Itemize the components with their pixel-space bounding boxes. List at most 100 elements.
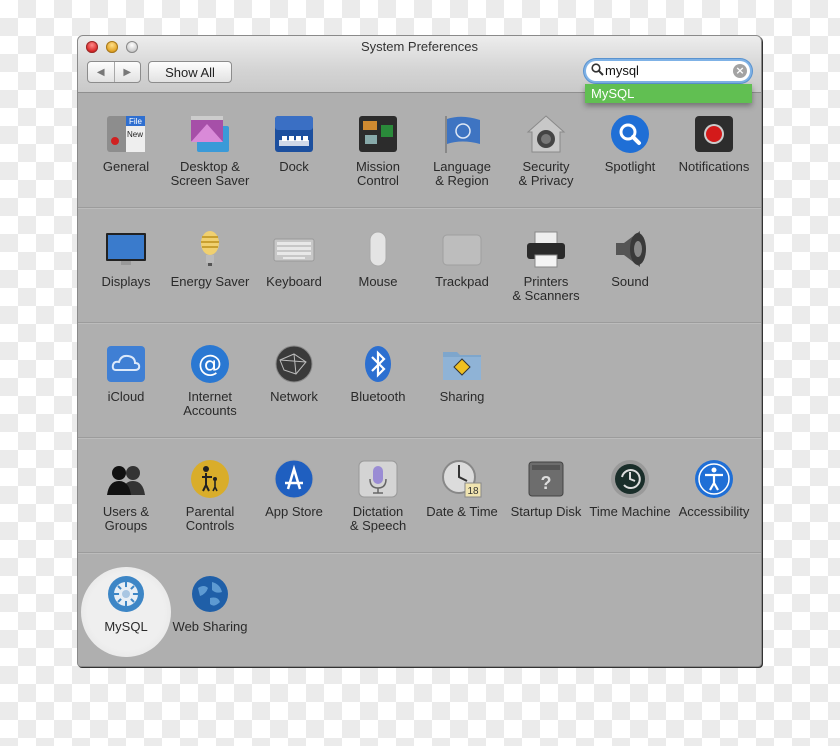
trackpad-icon (441, 228, 483, 270)
pane-label: Web Sharing (172, 619, 248, 634)
clear-search-icon[interactable]: × (733, 64, 747, 78)
pane-label: Startup Disk (510, 504, 582, 519)
pane-bluetooth[interactable]: Bluetooth (336, 323, 420, 437)
pane-mission-control[interactable]: Mission Control (336, 93, 420, 207)
date-badge: 18 (467, 486, 479, 497)
pane-label: Displays (101, 274, 151, 289)
pane-trackpad[interactable]: Trackpad (420, 208, 504, 322)
pane-parental-controls[interactable]: Parental Controls (168, 438, 252, 552)
pane-label: Bluetooth (350, 389, 406, 404)
pane-energy-saver[interactable]: Energy Saver (168, 208, 252, 322)
pane-security-privacy[interactable]: Security & Privacy (504, 93, 588, 207)
desktop-icon (189, 113, 231, 155)
pane-label: Accessibility (678, 504, 750, 519)
pane-displays[interactable]: Displays (84, 208, 168, 322)
pane-label: Printers & Scanners (512, 274, 580, 303)
chevron-right-icon: ▶ (123, 66, 132, 78)
pane-web-sharing[interactable]: Web Sharing (168, 553, 252, 666)
pane-users-groups[interactable]: Users & Groups (84, 438, 168, 552)
pane-label: Desktop & Screen Saver (170, 159, 250, 188)
pane-notifications[interactable]: Notifications (672, 93, 756, 207)
pane-accessibility[interactable]: Accessibility (672, 438, 756, 552)
back-button[interactable]: ◀ (88, 62, 115, 82)
bulb-icon (189, 228, 231, 270)
back-forward-control: ◀ ▶ (87, 61, 141, 83)
notifications-icon (693, 113, 735, 155)
pane-label: Trackpad (435, 274, 489, 289)
pane-label: Sharing (439, 389, 485, 404)
security-icon (525, 113, 567, 155)
pane-label: Dictation & Speech (349, 504, 407, 533)
pane-label: Notifications (678, 159, 750, 174)
display-icon (105, 228, 147, 270)
pane-language-region[interactable]: Language & Region (420, 93, 504, 207)
pane-label: Network (270, 389, 318, 404)
pane-desktop-screen-saver[interactable]: Desktop & Screen Saver (168, 93, 252, 207)
printer-icon (525, 228, 567, 270)
pane-app-store[interactable]: App Store (252, 438, 336, 552)
pane-label: Mission Control (355, 159, 401, 188)
accessibility-icon (693, 458, 735, 500)
section-personal: File New General Desktop & Screen Saver Do… (78, 93, 761, 208)
app-store-icon (273, 458, 315, 500)
system-preferences-window: System Preferences ◀ ▶ Show All mysql × … (78, 36, 761, 666)
show-all-button[interactable]: Show All (148, 61, 232, 83)
titlebar: System Preferences ◀ ▶ Show All mysql × … (78, 36, 761, 103)
clock-icon: 18 (441, 458, 483, 500)
search-icon (591, 63, 604, 80)
svg-text:File: File (129, 117, 142, 126)
pane-label: iCloud (107, 389, 145, 404)
pane-label: App Store (265, 504, 323, 519)
forward-button[interactable]: ▶ (115, 62, 141, 82)
keyboard-icon (273, 228, 315, 270)
network-icon (273, 343, 315, 385)
preference-panes: File New General Desktop & Screen Saver Do… (78, 93, 761, 666)
parental-icon (189, 458, 231, 500)
pane-time-machine[interactable]: Time Machine (588, 438, 672, 552)
pane-sound[interactable]: Sound (588, 208, 672, 322)
pane-label: Language & Region (433, 159, 491, 188)
pane-mouse[interactable]: Mouse (336, 208, 420, 322)
pane-label: Parental Controls (185, 504, 235, 533)
section-hardware: Displays Energy Saver Keyboard Mouse Tra… (78, 208, 761, 323)
pane-keyboard[interactable]: Keyboard (252, 208, 336, 322)
pane-general[interactable]: File New General (84, 93, 168, 207)
section-system: Users & Groups Parental Controls App Store… (78, 438, 761, 553)
pane-printers-scanners[interactable]: Printers & Scanners (504, 208, 588, 322)
section-internet-wireless: iCloud @ Internet Accounts Network Blueto… (78, 323, 761, 438)
pane-internet-accounts[interactable]: @ Internet Accounts (168, 323, 252, 437)
pane-network[interactable]: Network (252, 323, 336, 437)
pane-label: Security & Privacy (518, 159, 574, 188)
microphone-icon (357, 458, 399, 500)
icloud-icon (105, 343, 147, 385)
pane-dictation-speech[interactable]: Dictation & Speech (336, 438, 420, 552)
flag-icon (441, 113, 483, 155)
pane-label: MySQL (104, 619, 148, 634)
pane-sharing[interactable]: Sharing (420, 323, 504, 437)
pane-label: Internet Accounts (183, 389, 237, 418)
section-other: MySQL Web Sharing (78, 553, 761, 666)
disk-icon: ? (525, 458, 567, 500)
svg-text:@: @ (198, 350, 222, 378)
pane-icloud[interactable]: iCloud (84, 323, 168, 437)
chevron-left-icon: ◀ (96, 66, 105, 78)
general-icon: File New (105, 113, 147, 155)
pane-startup-disk[interactable]: ? Startup Disk (504, 438, 588, 552)
pane-label: Time Machine (589, 504, 671, 519)
pane-label: Users & Groups (102, 504, 150, 533)
mouse-icon (357, 228, 399, 270)
pane-date-time[interactable]: 18 Date & Time (420, 438, 504, 552)
bluetooth-icon (357, 343, 399, 385)
pane-label: Keyboard (266, 274, 322, 289)
pane-spotlight[interactable]: Spotlight (588, 93, 672, 207)
pane-dock[interactable]: Dock (252, 93, 336, 207)
pane-label: Dock (279, 159, 309, 174)
pane-label: Date & Time (426, 504, 498, 519)
search-suggestion[interactable]: MySQL (585, 84, 752, 103)
globe-icon (189, 573, 231, 615)
search-input[interactable]: mysql × (586, 61, 750, 81)
pane-mysql[interactable]: MySQL (81, 553, 171, 666)
pane-label: Spotlight (604, 159, 656, 174)
dock-icon (273, 113, 315, 155)
speaker-icon (609, 228, 651, 270)
